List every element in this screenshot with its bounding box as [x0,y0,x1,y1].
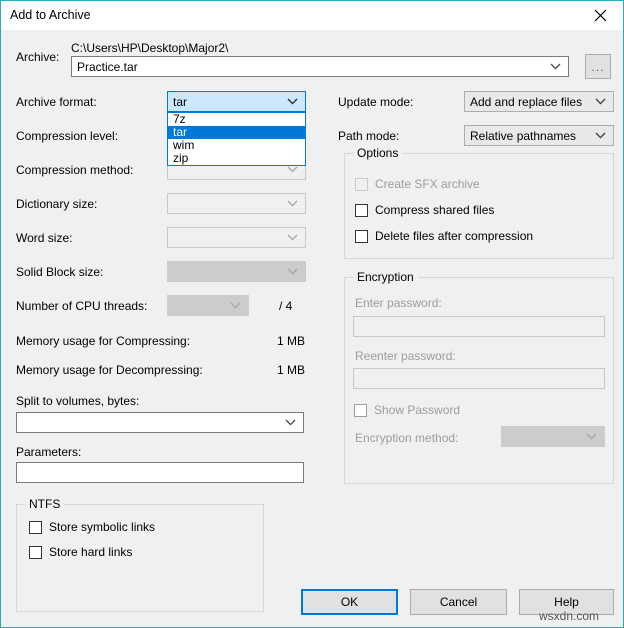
dictionary-size-label: Dictionary size: [16,197,97,211]
show-password-checkbox[interactable]: Show Password [354,403,460,417]
checkbox-box [355,204,368,217]
checkbox-box [29,546,42,559]
window-title: Add to Archive [10,8,91,22]
dropdown-option-wim[interactable]: wim [168,139,305,152]
encryption-method-label: Encryption method: [355,431,458,445]
archive-path-text: C:\Users\HP\Desktop\Major2\ [71,41,228,55]
archive-name-combo[interactable]: Practice.tar [71,56,569,77]
enter-password-label: Enter password: [355,296,442,310]
archive-label: Archive: [16,50,59,64]
store-symbolic-links-label: Store symbolic links [49,520,155,534]
delete-files-after-compression-label: Delete files after compression [375,229,533,243]
update-mode-combo[interactable]: Add and replace files [464,91,614,112]
dropdown-option-7z[interactable]: 7z [168,113,305,126]
archive-name-value: Practice.tar [77,60,138,74]
close-icon[interactable] [577,1,623,30]
archive-format-dropdown-list[interactable]: 7z tar wim zip [167,112,306,166]
update-mode-label: Update mode: [338,95,413,109]
reenter-password-label: Reenter password: [355,349,456,363]
cpu-threads-label: Number of CPU threads: [16,299,147,313]
memory-decompress-label: Memory usage for Decompressing: [16,363,203,377]
path-mode-label: Path mode: [338,129,399,143]
compress-shared-files-label: Compress shared files [375,203,494,217]
chevron-down-icon [287,262,298,281]
close-glyph [594,9,607,22]
path-mode-combo[interactable]: Relative pathnames [464,125,614,146]
delete-files-after-compression-checkbox[interactable]: Delete files after compression [355,229,533,243]
create-sfx-archive-checkbox[interactable]: Create SFX archive [355,177,480,191]
checkbox-box [355,178,368,191]
solid-block-size-combo[interactable] [167,261,306,282]
chevron-down-icon [550,57,561,76]
solid-block-size-label: Solid Block size: [16,265,103,279]
watermark-text: wsxdn.com [539,609,599,623]
archive-format-value: tar [173,95,187,109]
word-size-label: Word size: [16,231,72,245]
store-hard-links-checkbox[interactable]: Store hard links [29,545,132,559]
dictionary-size-combo[interactable] [167,193,306,214]
parameters-label: Parameters: [16,445,81,459]
checkbox-box [355,230,368,243]
encryption-method-combo[interactable] [501,426,605,447]
cancel-button[interactable]: Cancel [410,589,507,615]
enter-password-input[interactable] [353,316,605,337]
show-password-label: Show Password [374,403,460,417]
compress-shared-files-checkbox[interactable]: Compress shared files [355,203,494,217]
options-group: Options Create SFX archive Compress shar… [344,153,614,259]
reenter-password-input[interactable] [353,368,605,389]
chevron-down-icon [287,194,298,213]
encryption-group-caption: Encryption [353,270,418,284]
word-size-combo[interactable] [167,227,306,248]
chevron-down-icon [230,296,241,315]
create-sfx-archive-label: Create SFX archive [375,177,480,191]
store-hard-links-label: Store hard links [49,545,132,559]
archive-format-combo[interactable]: tar [167,91,306,112]
chevron-down-icon [287,228,298,247]
archive-format-label: Archive format: [16,95,97,109]
compression-level-label: Compression level: [16,129,118,143]
options-group-caption: Options [353,146,402,160]
path-mode-value: Relative pathnames [470,129,576,143]
chevron-down-icon [285,413,296,432]
dropdown-option-zip[interactable]: zip [168,152,305,165]
ntfs-group-caption: NTFS [25,497,64,511]
cpu-threads-total: / 4 [279,299,292,313]
split-volumes-combo[interactable] [16,412,304,433]
split-volumes-label: Split to volumes, bytes: [16,394,139,408]
chevron-down-icon [595,126,606,145]
update-mode-value: Add and replace files [470,95,582,109]
ntfs-group: NTFS Store symbolic links Store hard lin… [16,504,264,612]
store-symbolic-links-checkbox[interactable]: Store symbolic links [29,520,155,534]
add-to-archive-dialog: Add to Archive Archive: C:\Users\HP\Desk… [0,0,624,628]
checkbox-box [354,404,367,417]
browse-button[interactable]: ... [585,54,611,79]
cpu-threads-combo[interactable] [167,295,249,316]
memory-compress-label: Memory usage for Compressing: [16,334,190,348]
memory-compress-value: 1 MB [277,334,305,348]
chevron-down-icon [586,427,597,446]
compression-method-label: Compression method: [16,163,133,177]
chevron-down-icon [287,92,298,111]
memory-decompress-value: 1 MB [277,363,305,377]
ok-button[interactable]: OK [301,589,398,615]
title-bar: Add to Archive [1,1,623,30]
checkbox-box [29,521,42,534]
chevron-down-icon [595,92,606,111]
parameters-input[interactable] [16,462,304,483]
encryption-group: Encryption Enter password: Reenter passw… [344,277,614,484]
